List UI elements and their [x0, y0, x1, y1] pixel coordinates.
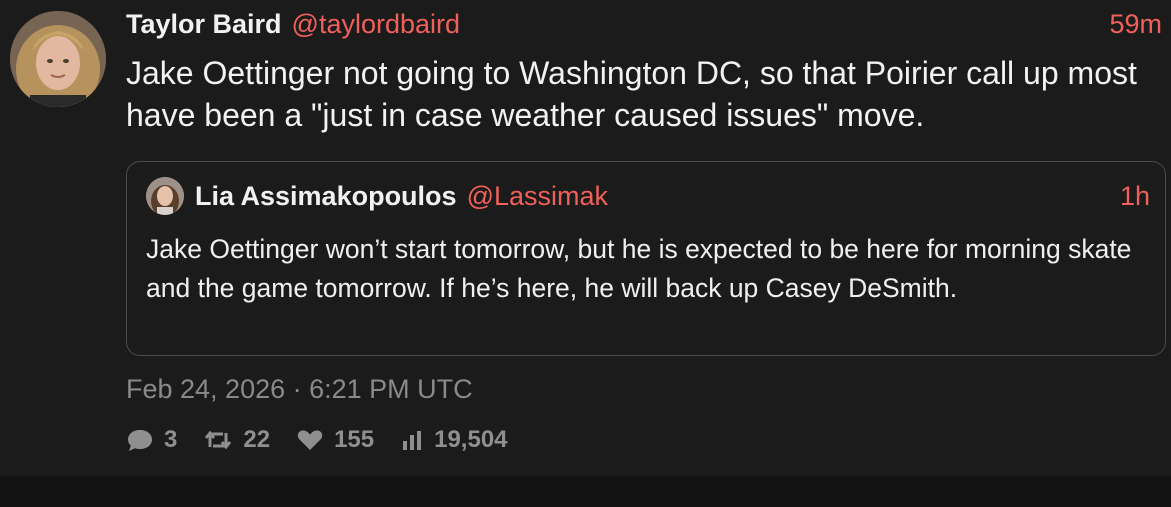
quoted-tweet-header: Lia Assimakopoulos @Lassimak 1h	[195, 180, 1150, 212]
reply-stat[interactable]: 3	[126, 426, 177, 454]
heart-icon	[297, 430, 323, 450]
tweet-stats-bar: 3 22 155 19,504	[126, 424, 534, 456]
quoted-author-handle[interactable]: @Lassimak	[467, 181, 608, 211]
avatar-photo	[10, 11, 106, 107]
views-count: 19,504	[434, 426, 508, 453]
tweet-relative-time[interactable]: 59m	[1109, 8, 1162, 40]
tweet-header: Taylor Baird @taylordbaird 59m	[126, 8, 1162, 40]
retweet-count: 22	[243, 426, 271, 453]
like-count: 155	[334, 426, 375, 453]
reply-count: 3	[164, 426, 178, 453]
quoted-avatar-photo	[146, 177, 184, 215]
retweet-icon	[205, 430, 232, 450]
quoted-author-name[interactable]: Lia Assimakopoulos	[195, 181, 457, 211]
tweet-card[interactable]: Taylor Baird @taylordbaird 59m Jake Oetti…	[0, 0, 1171, 476]
speech-bubble-icon	[128, 430, 152, 451]
author-name[interactable]: Taylor Baird	[126, 9, 282, 39]
quoted-tweet[interactable]: Lia Assimakopoulos @Lassimak 1h Jake Oett…	[126, 161, 1166, 356]
like-stat[interactable]: 155	[296, 426, 374, 454]
quoted-tweet-text: Jake Oettinger won’t start tomorrow, but…	[146, 234, 1132, 303]
author-handle[interactable]: @taylordbaird	[292, 9, 461, 39]
tweet-timestamp[interactable]: Feb 24, 2026 · 6:21 PM UTC	[126, 372, 473, 406]
views-stat[interactable]: 19,504	[400, 426, 508, 454]
tweet-text: Jake Oettinger not going to Washington D…	[126, 55, 1137, 133]
retweet-stat[interactable]: 22	[203, 426, 270, 454]
bottom-strip	[0, 476, 1171, 507]
bar-chart-icon	[403, 431, 422, 450]
quoted-author-avatar[interactable]	[146, 177, 184, 215]
author-avatar[interactable]	[10, 11, 106, 107]
quoted-relative-time[interactable]: 1h	[1120, 180, 1150, 212]
